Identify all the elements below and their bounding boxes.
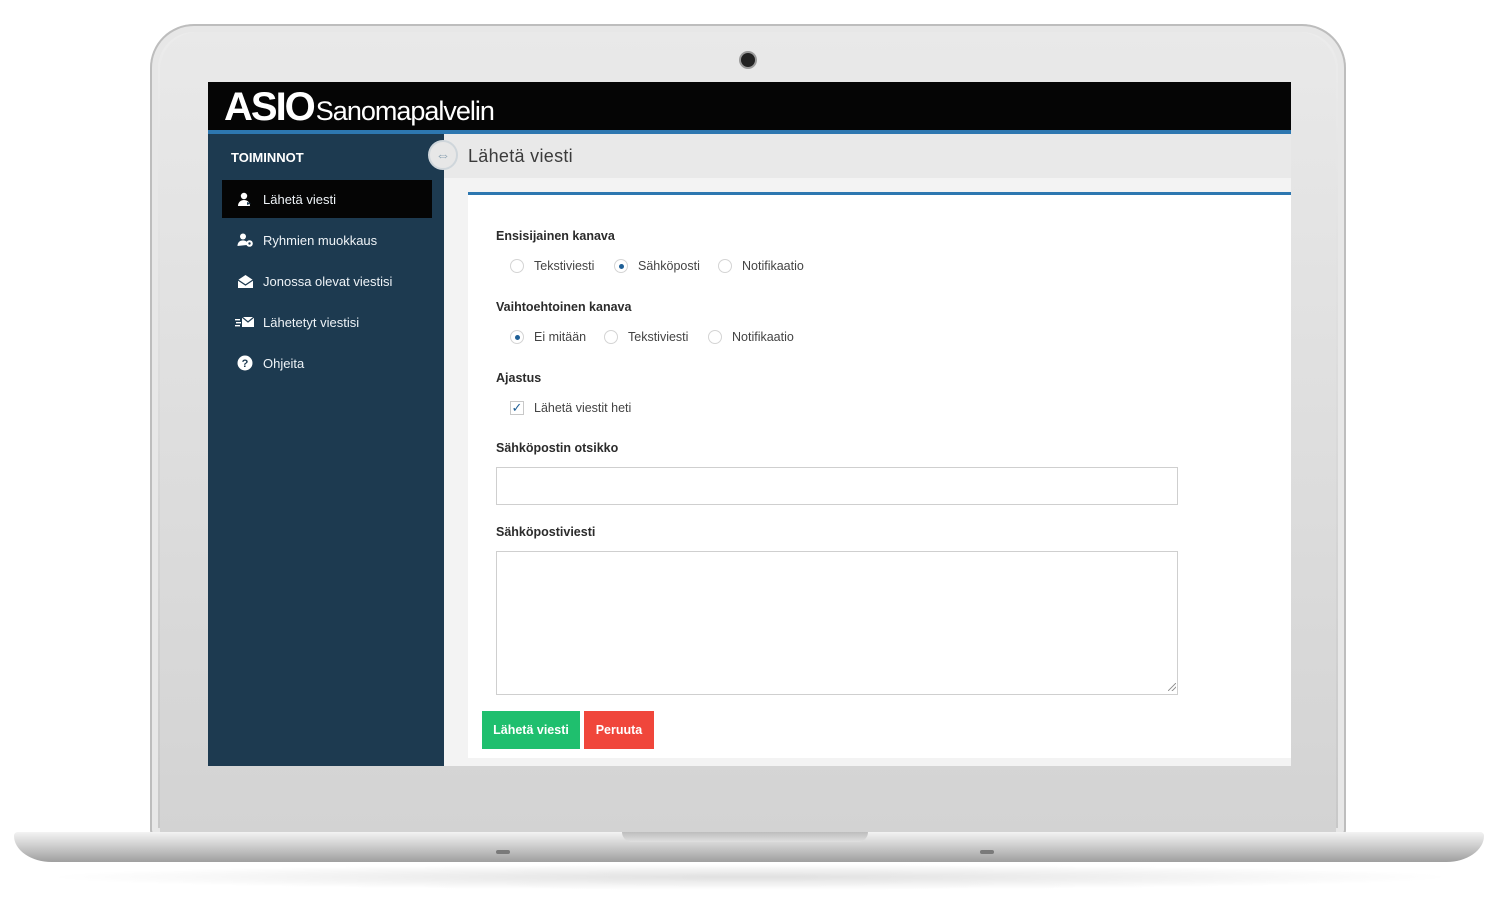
option-label: Notifikaatio [742, 259, 804, 273]
app-logo[interactable]: ASIOSanomapalvelin [224, 85, 495, 130]
schedule-label: Ajastus [496, 371, 542, 385]
content-header: Lähetä viesti [444, 134, 1291, 178]
primary-channel-option-notification[interactable]: Notifikaatio [718, 259, 804, 273]
laptop-opening-notch [622, 832, 868, 842]
svg-text:?: ? [242, 358, 249, 370]
user-send-icon [234, 191, 256, 207]
primary-channel-label: Ensisijainen kanava [496, 229, 615, 243]
send-now-checkbox-option[interactable]: ✓ Lähetä viestit heti [510, 400, 632, 415]
alternative-channel-option-none[interactable]: Ei mitään [510, 330, 586, 344]
app-screen: ASIOSanomapalvelin TOIMINNOT Lähetä vies… [208, 82, 1291, 766]
sidebar-toggle-button[interactable]: ⇔ [428, 140, 458, 170]
envelope-open-icon [234, 274, 256, 289]
laptop-shadow [40, 864, 1460, 890]
alternative-channel-option-notification[interactable]: Notifikaatio [708, 330, 794, 344]
sidebar-item-label: Lähetä viesti [263, 191, 336, 207]
email-message-textarea[interactable] [496, 551, 1178, 695]
option-label: Tekstiviesti [534, 259, 595, 273]
cancel-button[interactable]: Peruuta [584, 711, 654, 749]
laptop-foot [980, 850, 994, 854]
logo-brand: ASIO [224, 85, 316, 129]
page-title: Lähetä viesti [468, 146, 573, 166]
sidebar-item-group-edit[interactable]: Ryhmien muokkaus [222, 221, 432, 259]
email-subject-input[interactable] [496, 467, 1178, 505]
radio-button[interactable] [604, 330, 618, 344]
checkbox-label: Lähetä viestit heti [534, 401, 632, 415]
sidebar: TOIMINNOT Lähetä viesti Ryhmien muokkaus… [208, 134, 444, 766]
option-label: Ei mitään [534, 330, 587, 344]
sidebar-menu: Lähetä viesti Ryhmien muokkaus Jonossa o… [222, 180, 432, 385]
sidebar-title: TOIMINNOT [231, 150, 304, 165]
primary-channel-option-email[interactable]: Sähköposti [614, 259, 700, 273]
send-message-button[interactable]: Lähetä viesti [482, 711, 580, 749]
sidebar-item-label: Ryhmien muokkaus [263, 232, 378, 248]
top-bar: ASIOSanomapalvelin [208, 82, 1291, 134]
radio-button[interactable] [708, 330, 722, 344]
resize-handle-icon[interactable] [1168, 683, 1176, 691]
sidebar-item-help[interactable]: ? Ohjeita [222, 344, 432, 382]
sidebar-item-sent-messages[interactable]: Lähetetyt viestisi [222, 303, 432, 341]
sidebar-item-label: Jonossa olevat viestisi [263, 273, 393, 289]
laptop-foot [496, 850, 510, 854]
sidebar-item-label: Ohjeita [263, 355, 305, 371]
radio-button[interactable] [718, 259, 732, 273]
arrows-horizontal-icon: ⇔ [435, 146, 451, 164]
sidebar-item-queued-messages[interactable]: Jonossa olevat viestisi [222, 262, 432, 300]
email-message-label: Sähköpostiviesti [496, 525, 596, 539]
checkbox[interactable]: ✓ [510, 400, 524, 415]
alternative-channel-option-sms[interactable]: Tekstiviesti [604, 330, 688, 344]
option-label: Sähköposti [638, 259, 700, 273]
sent-mail-icon [234, 316, 256, 328]
send-message-form: Ensisijainen kanava Tekstiviesti Sähköpo… [468, 192, 1291, 758]
logo-service: Sanomapalvelin [315, 96, 495, 126]
primary-channel-option-sms[interactable]: Tekstiviesti [510, 259, 594, 273]
alternative-channel-label: Vaihtoehtoinen kanava [496, 300, 632, 314]
option-label: Notifikaatio [732, 330, 794, 344]
webcam-icon [741, 53, 755, 67]
radio-button[interactable] [614, 259, 628, 273]
sidebar-item-send-message[interactable]: Lähetä viesti [222, 180, 432, 218]
help-icon: ? [234, 355, 256, 371]
email-subject-label: Sähköpostin otsikko [496, 441, 619, 455]
radio-button[interactable] [510, 330, 524, 344]
option-label: Tekstiviesti [628, 330, 689, 344]
sidebar-item-label: Lähetetyt viestisi [263, 314, 360, 330]
radio-button[interactable] [510, 259, 524, 273]
group-edit-icon [234, 232, 256, 248]
